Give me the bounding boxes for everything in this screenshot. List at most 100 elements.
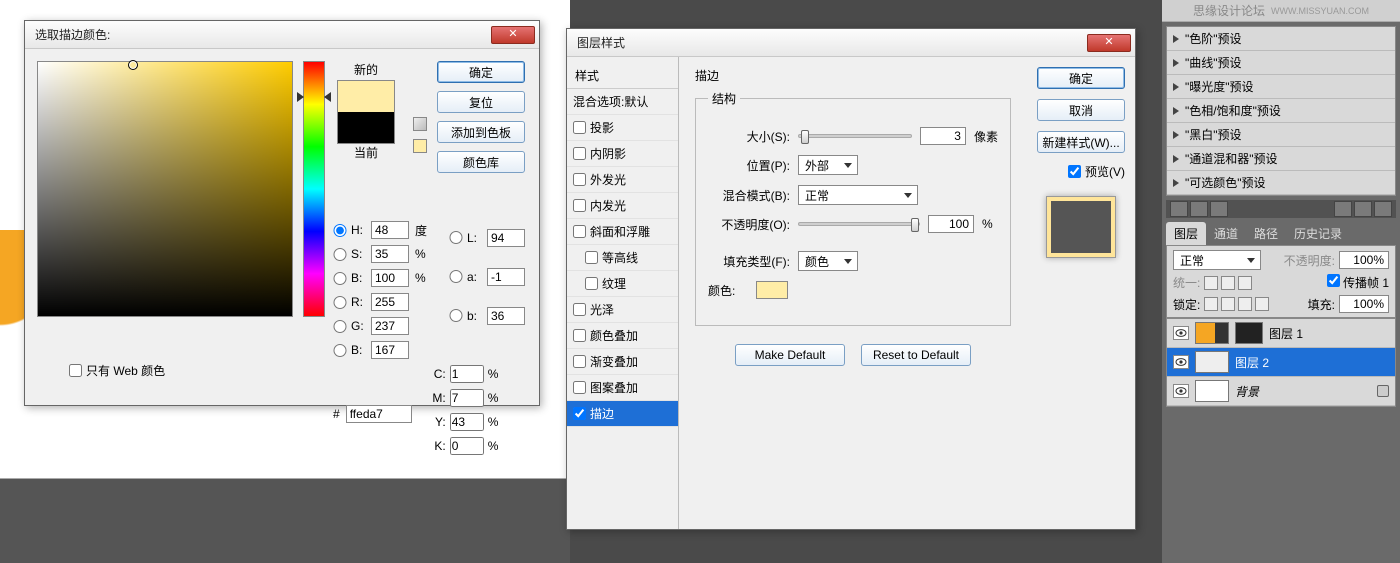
stroke-color-swatch[interactable] — [756, 281, 788, 299]
reset-button[interactable]: 复位 — [437, 91, 525, 113]
blend-combo[interactable]: 正常 — [798, 185, 918, 205]
unify-icon[interactable] — [1204, 276, 1218, 290]
lock-transparency-icon[interactable] — [1204, 297, 1218, 311]
gamut-warning-icon[interactable] — [413, 117, 427, 131]
make-default-button[interactable]: Make Default — [735, 344, 845, 366]
effect-stroke[interactable]: 描边 — [567, 401, 678, 427]
visibility-icon[interactable] — [1173, 355, 1189, 369]
r-radio[interactable] — [333, 296, 347, 309]
preset-item[interactable]: "曝光度"预设 — [1167, 75, 1395, 99]
color-swatch[interactable] — [337, 80, 395, 144]
layer-thumbnail[interactable] — [1195, 351, 1229, 373]
preview-checkbox[interactable]: 预览(V) — [1037, 163, 1125, 180]
effect-color-overlay[interactable]: 颜色叠加 — [567, 323, 678, 349]
layer-thumbnail[interactable] — [1195, 322, 1229, 344]
tab-layers[interactable]: 图层 — [1166, 222, 1206, 245]
close-icon[interactable]: ✕ — [491, 26, 535, 44]
web-only-checkbox[interactable]: 只有 Web 颜色 — [69, 362, 165, 379]
k-input[interactable] — [450, 437, 484, 455]
blend-mode-combo[interactable]: 正常 — [1173, 250, 1261, 270]
layer-fill-input[interactable] — [1339, 295, 1389, 313]
saturation-value-field[interactable] — [37, 61, 293, 317]
bb-input[interactable] — [371, 341, 409, 359]
h-input[interactable] — [371, 221, 409, 239]
tool-icon[interactable] — [1374, 201, 1392, 217]
unify-icon[interactable] — [1238, 276, 1252, 290]
lock-position-icon[interactable] — [1238, 297, 1252, 311]
hue-strip[interactable] — [303, 61, 325, 317]
g-input[interactable] — [371, 317, 409, 335]
opacity-slider[interactable] — [798, 222, 920, 226]
y-input[interactable] — [450, 413, 484, 431]
opacity-input[interactable] — [928, 215, 974, 233]
r-input[interactable] — [371, 293, 409, 311]
c-input[interactable] — [450, 365, 484, 383]
slider-thumb[interactable] — [801, 130, 809, 144]
effect-gradient-overlay[interactable]: 渐变叠加 — [567, 349, 678, 375]
s-radio[interactable] — [333, 248, 347, 261]
g-radio[interactable] — [333, 320, 347, 333]
filltype-combo[interactable]: 颜色 — [798, 251, 858, 271]
effect-texture[interactable]: 纹理 — [567, 271, 678, 297]
tool-icon[interactable] — [1354, 201, 1372, 217]
preset-item[interactable]: "黑白"预设 — [1167, 123, 1395, 147]
lock-all-icon[interactable] — [1255, 297, 1269, 311]
tab-history[interactable]: 历史记录 — [1286, 222, 1350, 245]
layer-mask-thumbnail[interactable] — [1235, 322, 1263, 344]
preset-item[interactable]: "色相/饱和度"预设 — [1167, 99, 1395, 123]
effect-outer-glow[interactable]: 外发光 — [567, 167, 678, 193]
tab-paths[interactable]: 路径 — [1246, 222, 1286, 245]
effect-drop-shadow[interactable]: 投影 — [567, 115, 678, 141]
tool-icon[interactable] — [1334, 201, 1352, 217]
preset-item[interactable]: "曲线"预设 — [1167, 51, 1395, 75]
effect-inner-shadow[interactable]: 内阴影 — [567, 141, 678, 167]
effect-bevel[interactable]: 斜面和浮雕 — [567, 219, 678, 245]
bb-radio[interactable] — [333, 344, 347, 357]
a-radio[interactable] — [449, 270, 463, 283]
effect-contour[interactable]: 等高线 — [567, 245, 678, 271]
a-input[interactable] — [487, 268, 525, 286]
unify-icon[interactable] — [1221, 276, 1235, 290]
h-radio[interactable] — [333, 224, 347, 237]
ok-button[interactable]: 确定 — [437, 61, 525, 83]
size-slider[interactable] — [798, 134, 912, 138]
effect-satin[interactable]: 光泽 — [567, 297, 678, 323]
add-swatch-button[interactable]: 添加到色板 — [437, 121, 525, 143]
effect-pattern-overlay[interactable]: 图案叠加 — [567, 375, 678, 401]
preset-item[interactable]: "通道混和器"预设 — [1167, 147, 1395, 171]
lb-radio[interactable] — [449, 309, 463, 322]
size-input[interactable] — [920, 127, 966, 145]
layer-row[interactable]: 图层 1 — [1167, 319, 1395, 348]
ls-newstyle-button[interactable]: 新建样式(W)... — [1037, 131, 1125, 153]
sv-picker-ring[interactable] — [128, 60, 138, 70]
tool-icon[interactable] — [1170, 201, 1188, 217]
blend-options-row[interactable]: 混合选项:默认 — [567, 89, 678, 115]
color-picker-titlebar[interactable]: 选取描边颜色: ✕ — [25, 21, 539, 49]
styles-header[interactable]: 样式 — [567, 63, 678, 89]
position-combo[interactable]: 外部 — [798, 155, 858, 175]
ls-cancel-button[interactable]: 取消 — [1037, 99, 1125, 121]
tool-icon[interactable] — [1210, 201, 1228, 217]
ls-ok-button[interactable]: 确定 — [1037, 67, 1125, 89]
tool-icon[interactable] — [1190, 201, 1208, 217]
close-icon[interactable]: ✕ — [1087, 34, 1131, 52]
m-input[interactable] — [450, 389, 484, 407]
reset-default-button[interactable]: Reset to Default — [861, 344, 971, 366]
color-libraries-button[interactable]: 颜色库 — [437, 151, 525, 173]
lock-pixels-icon[interactable] — [1221, 297, 1235, 311]
s-input[interactable] — [371, 245, 409, 263]
l-radio[interactable] — [449, 231, 463, 244]
effect-inner-glow[interactable]: 内发光 — [567, 193, 678, 219]
l-input[interactable] — [487, 229, 525, 247]
lb-input[interactable] — [487, 307, 525, 325]
propagate-checkbox[interactable]: 传播帧 1 — [1327, 274, 1389, 291]
visibility-icon[interactable] — [1173, 326, 1189, 340]
hex-input[interactable] — [346, 405, 412, 423]
gamut-color-icon[interactable] — [413, 139, 427, 153]
visibility-icon[interactable] — [1173, 384, 1189, 398]
b-radio[interactable] — [333, 272, 347, 285]
preset-item[interactable]: "色阶"预设 — [1167, 27, 1395, 51]
layer-thumbnail[interactable] — [1195, 380, 1229, 402]
layer-opacity-input[interactable] — [1339, 251, 1389, 269]
preset-item[interactable]: "可选颜色"预设 — [1167, 171, 1395, 195]
